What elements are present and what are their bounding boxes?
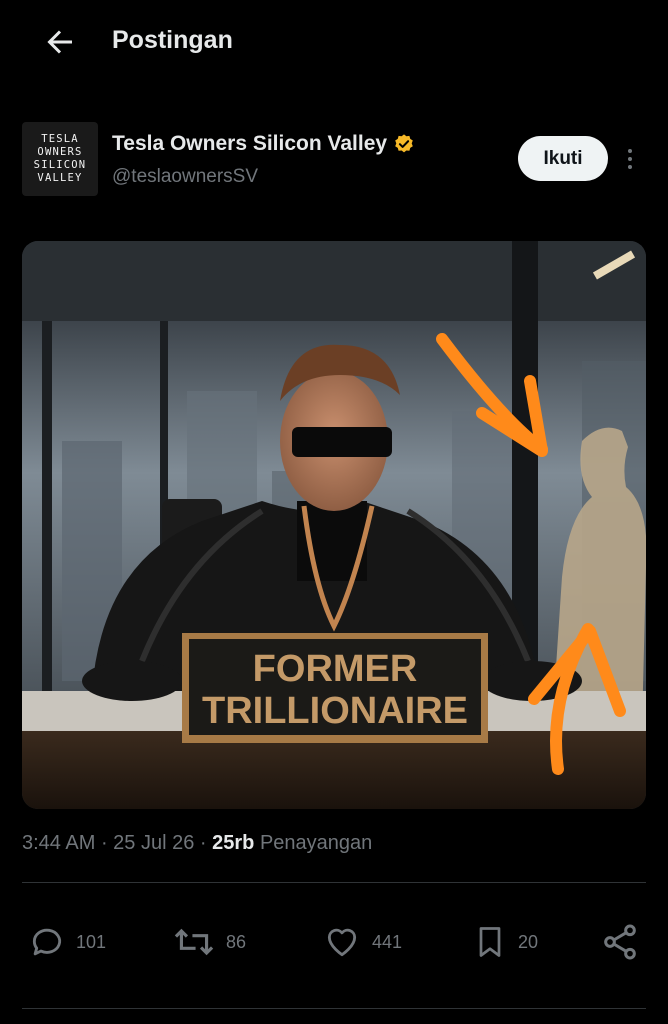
author-handle[interactable]: @teslaownersSV xyxy=(112,166,258,188)
meta-separator: · xyxy=(100,832,114,854)
more-dot-icon xyxy=(628,165,632,169)
author-name: Tesla Owners Silicon Valley xyxy=(112,132,388,155)
share-button[interactable] xyxy=(600,918,640,966)
more-options-button[interactable] xyxy=(620,142,640,176)
follow-button[interactable]: Ikuti xyxy=(518,136,608,181)
action-bar: 101 86 441 20 xyxy=(22,918,646,966)
share-icon xyxy=(604,924,636,960)
divider xyxy=(22,882,646,883)
reply-icon xyxy=(32,928,62,956)
post-meta: 3:44 AM · 25 Jul 26 · 25rb Penayangan xyxy=(22,832,372,855)
repost-count: 86 xyxy=(226,931,247,952)
placard-line-1: FORMER xyxy=(253,648,418,690)
back-button[interactable] xyxy=(40,22,80,62)
verified-badge-icon xyxy=(395,134,413,153)
bookmark-button[interactable]: 20 xyxy=(472,918,538,966)
like-count: 441 xyxy=(372,931,403,952)
avatar[interactable]: TESLA OWNERS SILICON VALLEY xyxy=(22,122,98,196)
bookmark-icon xyxy=(479,927,501,957)
more-dot-icon xyxy=(628,157,632,161)
like-button[interactable]: 441 xyxy=(322,918,402,966)
post-date: 25 Jul 26 xyxy=(113,832,195,854)
top-bar: Postingan xyxy=(0,0,668,100)
post-image[interactable]: FORMER TRILLIONAIRE xyxy=(22,241,646,809)
reply-count: 101 xyxy=(76,931,107,952)
page-title: Postingan xyxy=(112,26,233,54)
repost-button[interactable]: 86 xyxy=(172,918,246,966)
post-time: 3:44 AM xyxy=(22,832,96,854)
avatar-line: SILICON xyxy=(33,159,87,171)
arrow-left-icon xyxy=(47,30,72,54)
views-label: Penayangan xyxy=(259,832,373,854)
views-count: 25rb xyxy=(212,832,255,854)
post-image-illustration: FORMER TRILLIONAIRE xyxy=(22,241,646,809)
meta-separator: · xyxy=(199,832,213,854)
bookmark-count: 20 xyxy=(518,931,539,952)
post-author: TESLA OWNERS SILICON VALLEY Tesla Owners… xyxy=(22,122,646,198)
avatar-line: VALLEY xyxy=(37,172,83,184)
author-name-row[interactable]: Tesla Owners Silicon Valley xyxy=(112,132,415,156)
placard-line-2: TRILLIONAIRE xyxy=(202,690,468,732)
divider xyxy=(22,1008,646,1009)
avatar-line: TESLA xyxy=(41,133,79,145)
repost-icon xyxy=(174,928,214,956)
more-dot-icon xyxy=(628,149,632,153)
reply-button[interactable]: 101 xyxy=(28,918,106,966)
avatar-line: OWNERS xyxy=(37,146,83,158)
heart-icon xyxy=(327,928,357,957)
